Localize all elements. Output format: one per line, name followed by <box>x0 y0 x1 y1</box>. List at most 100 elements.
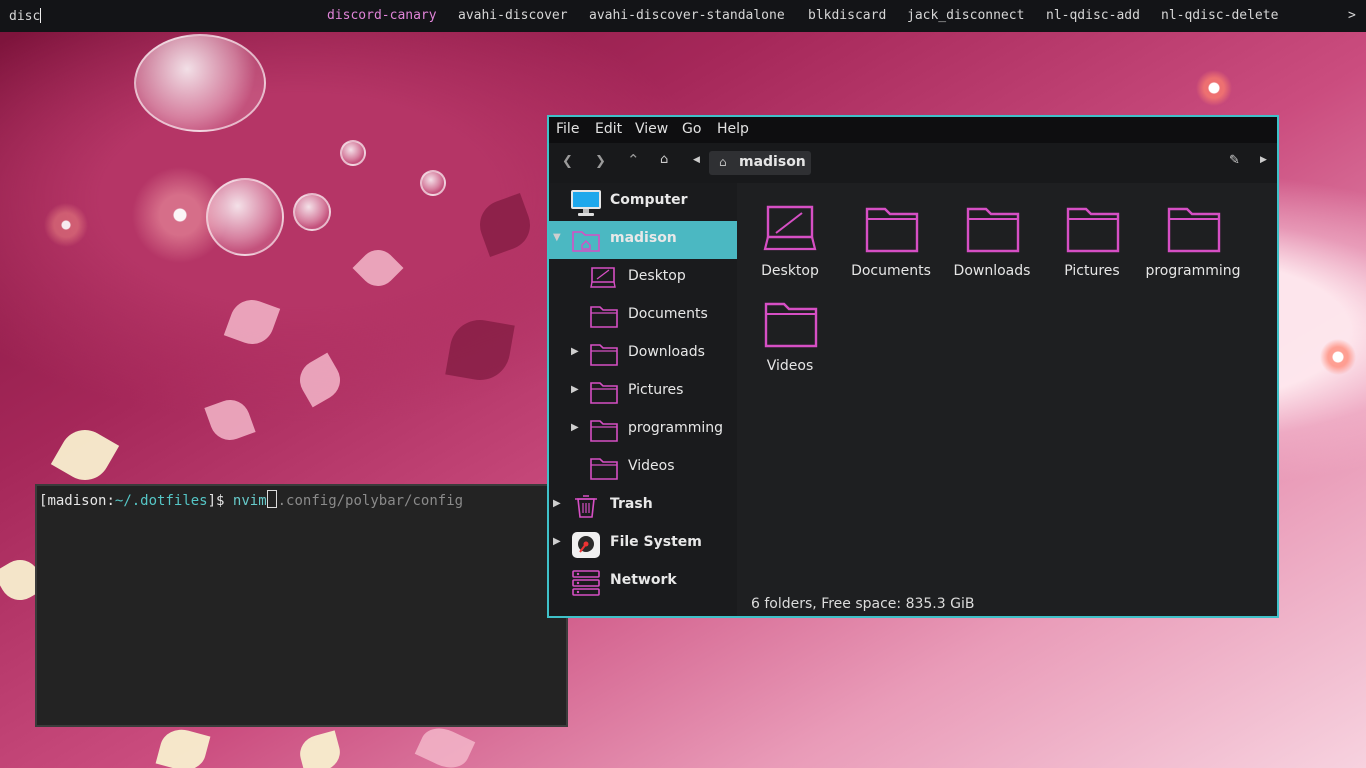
folder-icon <box>865 207 919 253</box>
sidebar-item-madison[interactable]: ▼ madison <box>549 221 737 259</box>
autosuggestion: .config/polybar/config <box>277 493 464 509</box>
file-item-desktop[interactable]: Desktop <box>740 191 840 286</box>
wallpaper-petal <box>472 192 538 258</box>
up-icon[interactable]: ⌃ <box>627 151 640 169</box>
network-server-icon <box>572 570 600 596</box>
menu-go[interactable]: Go <box>682 121 701 137</box>
terminal-window[interactable]: [madison:~/.dotfiles]$ nvim .config/polyb… <box>35 484 568 727</box>
dmenu-item-selected[interactable]: discord-canary <box>327 8 437 23</box>
disk-icon <box>572 532 600 558</box>
menu-bar: File Edit View Go Help <box>549 117 1277 143</box>
sidebar-label: Network <box>610 572 677 588</box>
sidebar-item-pictures[interactable]: ▶ Pictures <box>549 373 737 411</box>
toolbar: ❮ ❯ ⌃ ⌂ ◀ ⌂ madison ✎ ▶ <box>549 143 1277 183</box>
folder-icon <box>590 458 618 480</box>
sidebar-label: Documents <box>628 306 708 322</box>
sidebar-item-videos[interactable]: Videos <box>549 449 737 487</box>
folder-icon <box>966 207 1020 253</box>
menu-edit[interactable]: Edit <box>595 121 622 137</box>
sidebar-label: Downloads <box>628 344 705 360</box>
menu-help[interactable]: Help <box>717 121 749 137</box>
sidebar-item-trash[interactable]: ▶ Trash <box>549 487 737 525</box>
wallpaper-bubble <box>340 140 366 166</box>
status-bar: 6 folders, Free space: 835.3 GiB <box>737 592 1277 616</box>
expand-arrow-icon[interactable]: ▼ <box>553 232 561 243</box>
desktop-folder-icon <box>590 267 616 288</box>
dmenu-item[interactable]: blkdiscard <box>808 8 886 23</box>
wallpaper-petal <box>223 293 281 351</box>
folder-icon <box>764 302 818 348</box>
computer-icon <box>571 190 601 216</box>
dmenu-item[interactable]: jack_disconnect <box>907 8 1024 23</box>
path-scroll-left-icon[interactable]: ◀ <box>693 155 700 165</box>
wallpaper-petal <box>352 242 404 294</box>
sidebar-label: Desktop <box>628 268 686 284</box>
expand-arrow-icon[interactable]: ▶ <box>553 498 561 509</box>
desktop-folder-icon <box>763 205 817 251</box>
home-icon[interactable]: ⌂ <box>660 152 668 167</box>
prompt-cwd: ~/.dotfiles <box>114 493 208 509</box>
expand-arrow-icon[interactable]: ▶ <box>571 422 579 433</box>
sidebar-item-documents[interactable]: Documents <box>549 297 737 335</box>
expand-arrow-icon[interactable]: ▶ <box>571 384 579 395</box>
dmenu-query-input[interactable]: disc <box>9 8 42 24</box>
text-caret <box>40 8 42 23</box>
dmenu-more-indicator[interactable]: > <box>1348 8 1356 23</box>
sidebar-item-file-system[interactable]: ▶ File System <box>549 525 737 563</box>
sidebar-item-downloads[interactable]: ▶ Downloads <box>549 335 737 373</box>
breadcrumb-label: madison <box>739 154 806 170</box>
file-item-label: Desktop <box>761 263 819 279</box>
wallpaper-bubble <box>134 34 266 132</box>
sidebar-item-network[interactable]: Network <box>549 563 737 601</box>
home-icon: ⌂ <box>719 155 727 169</box>
sidebar: Computer ▼ madison Desktop Documents ▶ D… <box>549 183 737 616</box>
file-item-videos[interactable]: Videos <box>740 286 840 381</box>
folder-icon <box>1167 207 1221 253</box>
file-manager-window: File Edit View Go Help ❮ ❯ ⌃ ⌂ ◀ ⌂ madis… <box>547 115 1279 618</box>
file-item-label: Downloads <box>953 263 1031 279</box>
sidebar-label: programming <box>628 420 724 436</box>
file-item-pictures[interactable]: Pictures <box>1042 191 1142 286</box>
dmenu-item[interactable]: nl-qdisc-delete <box>1161 8 1278 23</box>
file-item-downloads[interactable]: Downloads <box>942 191 1042 286</box>
folder-icon <box>590 420 618 442</box>
folder-icon <box>590 382 618 404</box>
edit-location-icon[interactable]: ✎ <box>1229 153 1240 168</box>
file-item-programming[interactable]: programming <box>1143 191 1243 286</box>
terminal-cursor <box>266 490 277 508</box>
expand-arrow-icon[interactable]: ▶ <box>571 346 579 357</box>
sidebar-item-computer[interactable]: Computer <box>549 183 737 221</box>
wallpaper-petal <box>292 352 348 408</box>
wallpaper-petal <box>204 394 256 446</box>
back-icon[interactable]: ❮ <box>562 154 573 169</box>
menu-view[interactable]: View <box>635 121 668 137</box>
file-item-label: Documents <box>851 263 931 279</box>
file-view: Desktop Documents Downloads Pictures pro… <box>737 183 1277 592</box>
sidebar-label: madison <box>610 230 677 246</box>
dmenu-item[interactable]: avahi-discover <box>458 8 568 23</box>
location-breadcrumb[interactable]: ⌂ madison <box>709 151 811 175</box>
typed-command: nvim <box>232 493 267 509</box>
folder-icon <box>590 306 618 328</box>
sidebar-item-programming[interactable]: ▶ programming <box>549 411 737 449</box>
sidebar-item-desktop[interactable]: Desktop <box>549 259 737 297</box>
sidebar-label: File System <box>610 534 702 550</box>
prompt-user: madison <box>47 493 107 509</box>
wallpaper-bubble <box>293 193 331 231</box>
file-item-label: Videos <box>766 358 814 374</box>
dmenu-item[interactable]: avahi-discover-standalone <box>589 8 785 23</box>
sidebar-label: Pictures <box>628 382 684 398</box>
menu-file[interactable]: File <box>556 121 579 137</box>
file-item-label: programming <box>1145 263 1241 279</box>
forward-icon[interactable]: ❯ <box>595 154 606 169</box>
sidebar-label: Videos <box>628 458 675 474</box>
path-scroll-right-icon[interactable]: ▶ <box>1260 155 1267 165</box>
sidebar-label: Trash <box>610 496 653 512</box>
expand-arrow-icon[interactable]: ▶ <box>553 536 561 547</box>
wallpaper-bubble <box>420 170 446 196</box>
terminal-prompt-line: [madison:~/.dotfiles]$ nvim .config/polyb… <box>39 490 463 509</box>
trash-icon <box>575 495 597 518</box>
file-item-documents[interactable]: Documents <box>841 191 941 286</box>
dmenu-item[interactable]: nl-qdisc-add <box>1046 8 1140 23</box>
folder-icon <box>1066 207 1120 253</box>
